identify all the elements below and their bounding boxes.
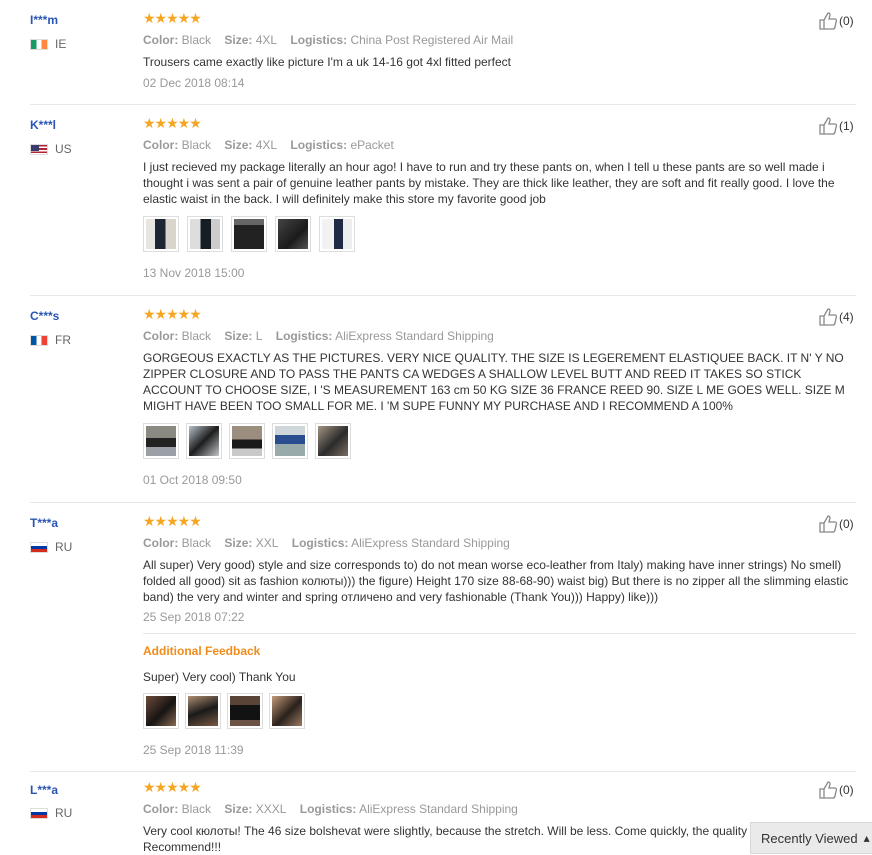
like-button[interactable]: (0) — [818, 514, 854, 534]
review-attributes: Color: Black Size: XXXL Logistics: AliEx… — [143, 802, 518, 816]
like-button[interactable]: (0) — [818, 11, 854, 31]
reviewer-country: RU — [30, 540, 72, 554]
review-photo[interactable] — [143, 693, 179, 729]
review-attributes: Color: Black Size: L Logistics: AliExpre… — [143, 329, 494, 343]
recently-viewed-button[interactable]: Recently Viewed ▴ — [750, 822, 872, 854]
thumbs-up-icon — [819, 515, 838, 533]
thumbs-up-icon — [819, 308, 838, 326]
reviewer-country: FR — [30, 333, 71, 347]
review-date: 25 Sep 2018 07:22 — [143, 610, 245, 624]
review-photo[interactable] — [143, 423, 179, 459]
review-date: 13 Nov 2018 15:00 — [143, 266, 245, 280]
review-text: I just recieved my package literally an … — [143, 160, 835, 206]
like-button[interactable]: (0) — [818, 780, 854, 800]
reviewer-name[interactable]: T***a — [30, 516, 58, 530]
additional-feedback-title: Additional Feedback — [143, 644, 261, 658]
review-photo[interactable] — [231, 216, 267, 252]
review-attributes: Color: Black Size: 4XL Logistics: ePacke… — [143, 138, 394, 152]
flag-ie-icon — [30, 38, 48, 50]
reviewer-name[interactable]: C***s — [30, 309, 59, 323]
flag-ru-icon — [30, 807, 48, 819]
rating-stars: ★★★★★ — [143, 115, 202, 131]
review-text: All super) Very good) style and size cor… — [143, 558, 849, 604]
rating-stars: ★★★★★ — [143, 779, 202, 795]
divider — [30, 771, 856, 772]
review-text: Trousers came exactly like picture I'm a… — [143, 55, 512, 69]
thumbs-up-icon — [819, 12, 838, 30]
additional-feedback-date: 25 Sep 2018 11:39 — [143, 743, 244, 757]
review-photo[interactable] — [319, 216, 355, 252]
review-attributes: Color: Black Size: 4XL Logistics: China … — [143, 33, 514, 47]
reviewer-name[interactable]: I***m — [30, 13, 58, 27]
rating-stars: ★★★★★ — [143, 306, 202, 322]
reviewer-country: RU — [30, 806, 72, 820]
review-photo[interactable] — [227, 693, 263, 729]
additional-photos — [143, 693, 305, 729]
review-photo[interactable] — [185, 693, 221, 729]
divider — [30, 104, 856, 105]
review-date: 02 Dec 2018 08:14 — [143, 76, 245, 90]
rating-stars: ★★★★★ — [143, 10, 202, 26]
review-text: GORGEOUS EXACTLY AS THE PICTURES. VERY N… — [143, 351, 845, 413]
reviewer-name[interactable]: K***l — [30, 118, 56, 132]
review-photo[interactable] — [187, 216, 223, 252]
review-date: 01 Oct 2018 09:50 — [143, 473, 242, 487]
divider — [30, 502, 856, 503]
review-photo[interactable] — [229, 423, 265, 459]
additional-feedback-text: Super) Very cool) Thank You — [143, 670, 296, 684]
flag-ru-icon — [30, 541, 48, 553]
like-button[interactable]: (1) — [818, 116, 854, 136]
review-photo[interactable] — [315, 423, 351, 459]
review-photos — [143, 423, 351, 459]
flag-fr-icon — [30, 334, 48, 346]
divider — [143, 633, 856, 634]
thumbs-up-icon — [819, 781, 838, 799]
reviewer-country: US — [30, 142, 72, 156]
review-attributes: Color: Black Size: XXL Logistics: AliExp… — [143, 536, 510, 550]
review-photos — [143, 216, 355, 252]
review-photo[interactable] — [275, 216, 311, 252]
review-photo[interactable] — [186, 423, 222, 459]
review-photo[interactable] — [143, 216, 179, 252]
reviewer-name[interactable]: L***a — [30, 783, 58, 797]
flag-us-icon — [30, 143, 48, 155]
review-photo[interactable] — [269, 693, 305, 729]
thumbs-up-icon — [819, 117, 838, 135]
reviewer-country: IE — [30, 37, 66, 51]
divider — [30, 295, 856, 296]
like-button[interactable]: (4) — [818, 307, 854, 327]
review-photo[interactable] — [272, 423, 308, 459]
chevron-icon: ▴ — [863, 831, 870, 845]
rating-stars: ★★★★★ — [143, 513, 202, 529]
